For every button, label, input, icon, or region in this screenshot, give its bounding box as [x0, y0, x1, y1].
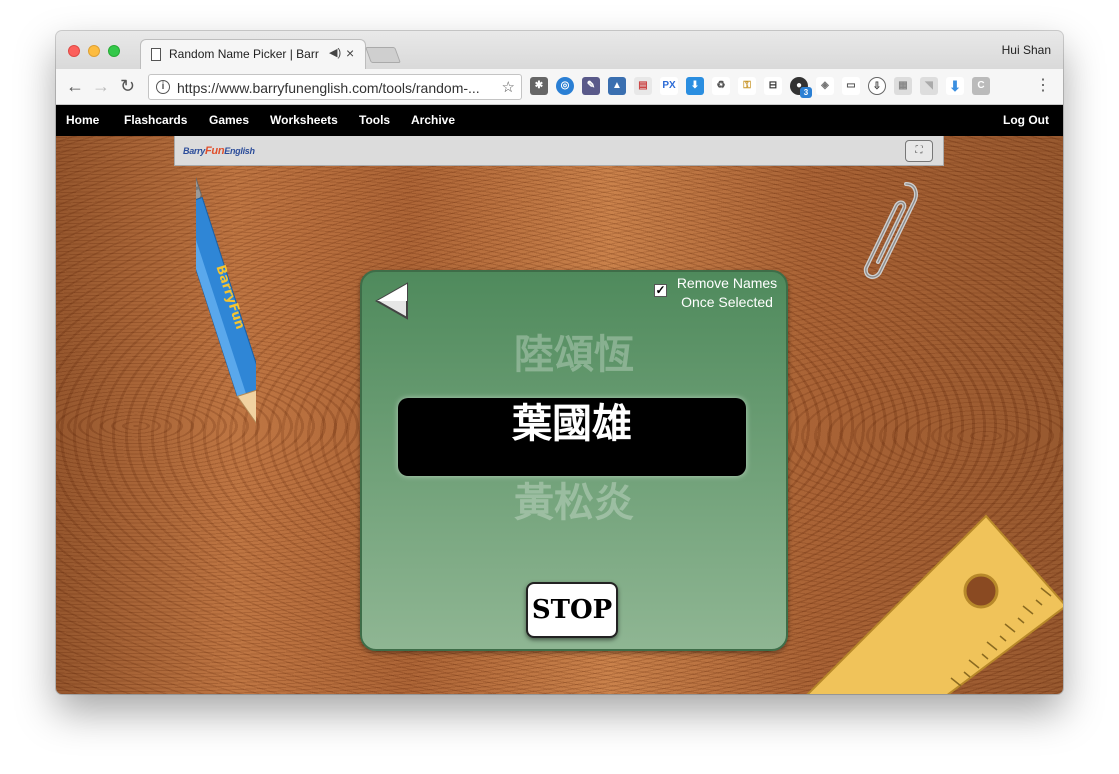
nav-games[interactable]: Games	[209, 113, 249, 127]
remove-names-checkbox[interactable]: ✓	[654, 284, 667, 297]
extension-grid-icon[interactable]: ▦	[894, 77, 912, 95]
next-name: 黃松炎	[514, 480, 634, 526]
maximize-window-button[interactable]	[108, 45, 120, 57]
logout-link[interactable]: Log Out	[1003, 113, 1049, 127]
browser-window: Random Name Picker | Barr ◀︎) × Hui Shan…	[56, 31, 1063, 694]
minimize-window-button[interactable]	[88, 45, 100, 57]
new-tab-button[interactable]	[365, 47, 401, 63]
ruler-decoration	[806, 514, 1063, 694]
bookmark-star-icon[interactable]: ☆	[502, 78, 515, 96]
extension-bug-icon[interactable]: ✱	[530, 77, 548, 95]
nav-flashcards[interactable]: Flashcards	[124, 113, 187, 127]
speaker-icon[interactable]: ◀︎)	[329, 46, 341, 59]
nav-home[interactable]: Home	[66, 113, 99, 127]
wood-desk-background: BarryFunEnglish ⛶ BarryFun ✓ Remove Name…	[56, 136, 1063, 694]
previous-name: 陸頌恆	[514, 332, 634, 378]
remove-names-label: Remove Names Once Selected	[672, 274, 782, 312]
nav-archive[interactable]: Archive	[411, 113, 455, 127]
extensions-bar: ✱ ◎ ✎ ▲ ▤ PX ⬇ ♻ ⚿ ⊟ ● 3 ◈ ▭ ⇩ ▦ ◥ ⬇ C	[530, 77, 1030, 98]
current-name-box: 葉國雄	[398, 398, 746, 476]
tool-banner: BarryFunEnglish ⛶	[174, 136, 944, 166]
logo-part-1: Barry	[183, 146, 206, 156]
title-bar: Random Name Picker | Barr ◀︎) × Hui Shan	[56, 31, 1063, 69]
profile-name[interactable]: Hui Shan	[1002, 43, 1051, 57]
browser-menu-icon[interactable]: ⋮	[1035, 76, 1051, 96]
site-logo[interactable]: BarryFunEnglish	[183, 145, 255, 157]
extension-compass-icon[interactable]: ◎	[556, 77, 574, 95]
browser-tab[interactable]: Random Name Picker | Barr ◀︎) ×	[140, 39, 366, 69]
nav-worksheets[interactable]: Worksheets	[270, 113, 338, 127]
extension-car-icon[interactable]: ⊟	[764, 77, 782, 95]
reload-icon[interactable]: ↻	[120, 76, 135, 96]
extension-c-icon[interactable]: C	[972, 77, 990, 95]
extension-download-icon[interactable]: ⬇	[686, 77, 704, 95]
back-arrow-icon[interactable]: ←	[66, 76, 84, 96]
extension-page-icon[interactable]: ▤	[634, 77, 652, 95]
extension-rss-icon[interactable]: ◥	[920, 77, 938, 95]
extension-tag-icon[interactable]: ◈	[816, 77, 834, 95]
tab-title: Random Name Picker | Barr	[169, 47, 319, 61]
logo-part-2: Fun	[205, 145, 225, 157]
extension-recycle-icon[interactable]: ♻	[712, 77, 730, 95]
browser-toolbar: ← → ↻ i https://www.barryfunenglish.com/…	[56, 69, 1063, 105]
url-text[interactable]: https://www.barryfunenglish.com/tools/ra…	[177, 80, 497, 96]
extension-arrow-down-icon[interactable]: ⬇	[946, 77, 964, 95]
address-bar[interactable]: i https://www.barryfunenglish.com/tools/…	[148, 74, 522, 100]
site-nav: Home Flashcards Games Worksheets Tools A…	[56, 105, 1063, 136]
extension-eyedropper-icon[interactable]: ✎	[582, 77, 600, 95]
extension-key-icon[interactable]: ⚿	[738, 77, 756, 95]
info-icon[interactable]: i	[156, 80, 170, 94]
paperclip-decoration	[863, 182, 918, 279]
fullscreen-icon[interactable]: ⛶	[905, 140, 933, 162]
back-arrow-icon[interactable]	[374, 282, 410, 320]
extension-window-icon[interactable]: ▭	[842, 77, 860, 95]
pencil-decoration: BarryFun	[196, 169, 256, 437]
nav-tools[interactable]: Tools	[359, 113, 390, 127]
current-name: 葉國雄	[512, 401, 632, 447]
extension-save-icon[interactable]: ⇩	[868, 77, 886, 95]
close-window-button[interactable]	[68, 45, 80, 57]
logo-part-3: English	[224, 146, 255, 156]
document-icon	[151, 48, 161, 61]
extension-badge: 3	[800, 87, 812, 98]
remove-names-label-line2: Once Selected	[681, 294, 773, 310]
extension-stamp-icon[interactable]: ▲	[608, 77, 626, 95]
extension-px-icon[interactable]: PX	[660, 77, 678, 95]
stop-button[interactable]: STOP	[526, 582, 618, 638]
forward-arrow-icon[interactable]: →	[92, 76, 110, 96]
name-picker-panel: ✓ Remove Names Once Selected 陸頌恆 黃松炎 葉國雄…	[360, 270, 788, 651]
tab-close-icon[interactable]: ×	[346, 45, 354, 61]
remove-names-label-line1: Remove Names	[676, 275, 778, 291]
